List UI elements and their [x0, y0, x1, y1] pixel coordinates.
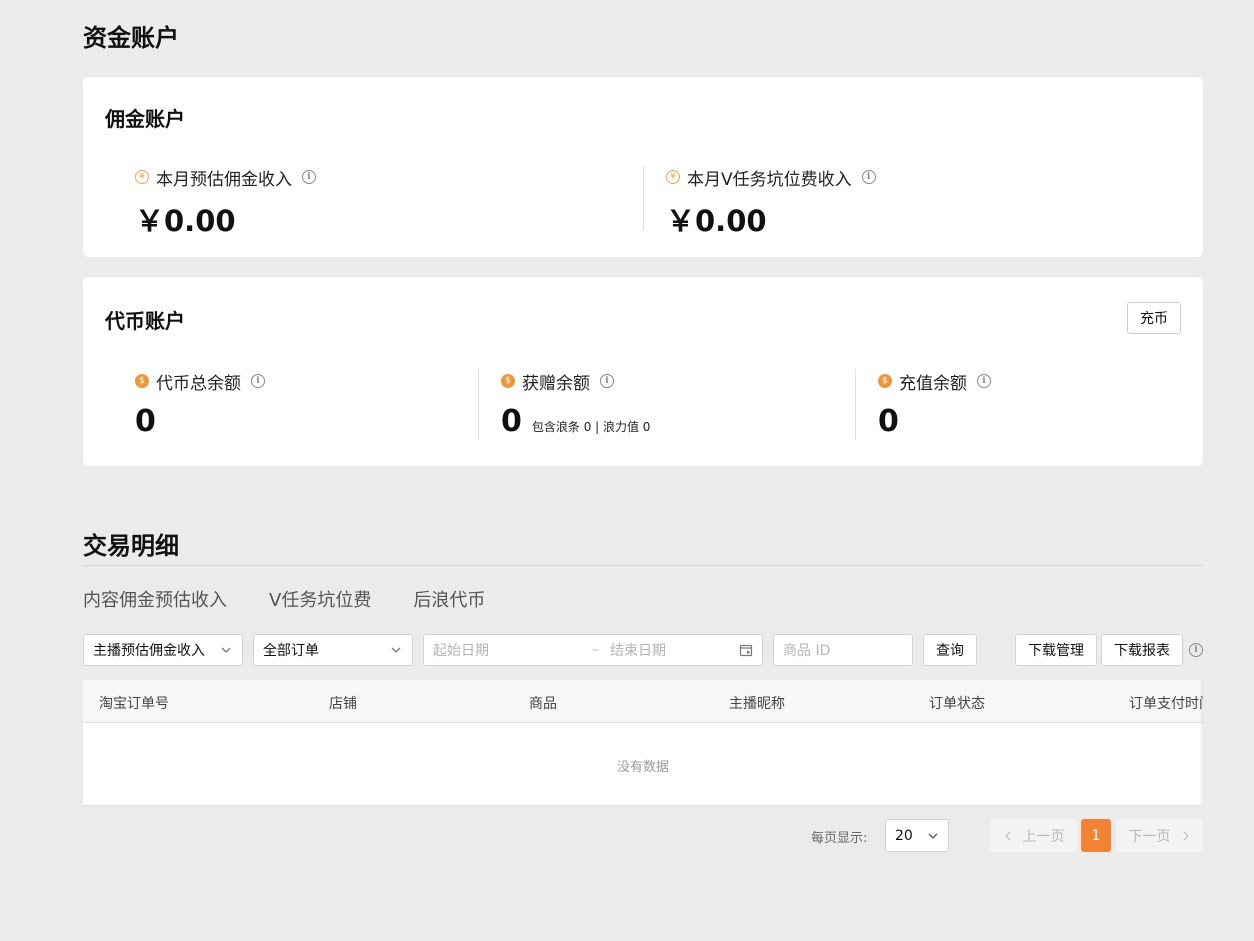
tab-vtask-fee[interactable]: V任务坑位费: [269, 586, 371, 612]
table-header: 淘宝订单号 店铺 商品 主播昵称 订单状态 订单支付时间: [83, 680, 1203, 723]
divider: [855, 369, 856, 440]
download-manage-button[interactable]: 下载管理: [1015, 634, 1097, 666]
info-icon[interactable]: i: [600, 374, 614, 388]
token-total-balance-stat: $ 代币总余额 i 0: [135, 370, 265, 439]
commission-account-card: 佣金账户 ¥ 本月预估佣金收入 i ￥0.00 ¥ 本月V任务坑位费收入 i ￥…: [83, 77, 1203, 257]
gift-balance-stat: $ 获赠余额 i 0 包含浪条 0 | 浪力值 0: [501, 370, 650, 439]
info-icon[interactable]: i: [861, 170, 876, 184]
token-total-balance-label: 代币总余额: [156, 373, 241, 394]
divider: [643, 166, 644, 231]
page-number-current[interactable]: 1: [1081, 819, 1111, 852]
info-icon[interactable]: i: [977, 374, 991, 388]
info-icon[interactable]: i: [1189, 643, 1203, 657]
divider: [478, 369, 479, 440]
chevron-down-icon: [391, 647, 401, 653]
transaction-tabs: 内容佣金预估收入 V任务坑位费 后浪代币: [83, 586, 485, 612]
next-page-button[interactable]: 下一页: [1116, 819, 1203, 852]
coin-icon: $: [878, 374, 892, 388]
column-header-order-id: 淘宝订单号: [99, 696, 169, 712]
income-type-select[interactable]: 主播预估佣金收入: [83, 634, 243, 666]
column-header-product: 商品: [529, 696, 557, 712]
column-header-payment-time: 订单支付时间: [1129, 696, 1203, 712]
per-page-label: 每页显示:: [811, 831, 868, 846]
recharge-balance-stat: $ 充值余额 i 0: [878, 370, 991, 439]
order-status-value: 全部订单: [263, 643, 319, 659]
download-report-button[interactable]: 下载报表: [1101, 634, 1183, 666]
token-account-card: 代币账户 充币 $ 代币总余额 i 0 $ 获赠余额 i 0 包含浪条 0 | …: [83, 277, 1203, 466]
scroll-shadow: [1199, 680, 1203, 806]
monthly-commission-value: ￥0.00: [135, 204, 236, 238]
monthly-vtask-fee-value: ￥0.00: [666, 204, 767, 238]
yuan-coin-icon: ¥: [666, 170, 680, 184]
product-id-input[interactable]: 商品 ID: [773, 634, 913, 666]
gift-balance-value: 0: [501, 404, 522, 439]
tab-content-commission[interactable]: 内容佣金预估收入: [83, 586, 227, 612]
product-id-placeholder: 商品 ID: [783, 643, 831, 659]
calendar-icon[interactable]: [739, 643, 753, 657]
column-header-shop: 店铺: [329, 696, 357, 712]
info-icon[interactable]: i: [251, 374, 265, 388]
column-header-order-status: 订单状态: [929, 696, 985, 712]
monthly-commission-label: 本月预估佣金收入: [156, 169, 292, 190]
date-range-picker[interactable]: 起始日期 – 结束日期: [423, 634, 763, 666]
end-date-input[interactable]: 结束日期: [610, 640, 666, 660]
transactions-title: 交易明细: [83, 532, 179, 560]
recharge-balance-label: 充值余额: [899, 373, 967, 394]
chevron-left-icon: [1004, 831, 1010, 840]
table-bottom-border: [83, 805, 1203, 806]
income-type-value: 主播预估佣金收入: [93, 643, 205, 659]
chevron-right-icon: [1183, 831, 1189, 840]
recharge-balance-value: 0: [878, 404, 899, 439]
gift-balance-label: 获赠余额: [522, 373, 590, 394]
per-page-value: 20: [895, 827, 913, 844]
query-button[interactable]: 查询: [923, 634, 977, 666]
monthly-commission-stat: ¥ 本月预估佣金收入 i ￥0.00: [135, 166, 316, 240]
per-page-select[interactable]: 20: [885, 819, 949, 852]
monthly-vtask-fee-label: 本月V任务坑位费收入: [687, 169, 852, 190]
next-page-label: 下一页: [1128, 828, 1171, 845]
recharge-button[interactable]: 充币: [1127, 302, 1181, 334]
chevron-down-icon: [221, 647, 231, 653]
token-total-balance-value: 0: [135, 404, 156, 439]
prev-page-label: 上一页: [1022, 828, 1065, 845]
empty-state-text: 没有数据: [616, 760, 669, 775]
chevron-down-icon: [928, 833, 938, 839]
section-divider: [83, 565, 1203, 566]
start-date-input[interactable]: 起始日期: [433, 640, 489, 660]
gift-balance-detail: 包含浪条 0 | 浪力值 0: [531, 420, 651, 434]
coin-icon: $: [135, 374, 149, 388]
order-status-select[interactable]: 全部订单: [253, 634, 413, 666]
yuan-coin-icon: ¥: [135, 170, 149, 184]
info-icon[interactable]: i: [302, 170, 316, 184]
column-header-anchor-nickname: 主播昵称: [729, 696, 785, 712]
prev-page-button[interactable]: 上一页: [990, 819, 1077, 852]
coin-icon: $: [501, 374, 515, 388]
page-title: 资金账户: [83, 24, 179, 52]
monthly-vtask-fee-stat: ¥ 本月V任务坑位费收入 i ￥0.00: [666, 166, 876, 240]
transactions-table: 淘宝订单号 店铺 商品 主播昵称 订单状态 订单支付时间 没有数据: [83, 680, 1203, 806]
date-separator: –: [592, 642, 599, 658]
token-account-title: 代币账户: [105, 309, 185, 333]
commission-account-title: 佣金账户: [105, 107, 185, 131]
tab-houlang-token[interactable]: 后浪代币: [413, 586, 485, 612]
